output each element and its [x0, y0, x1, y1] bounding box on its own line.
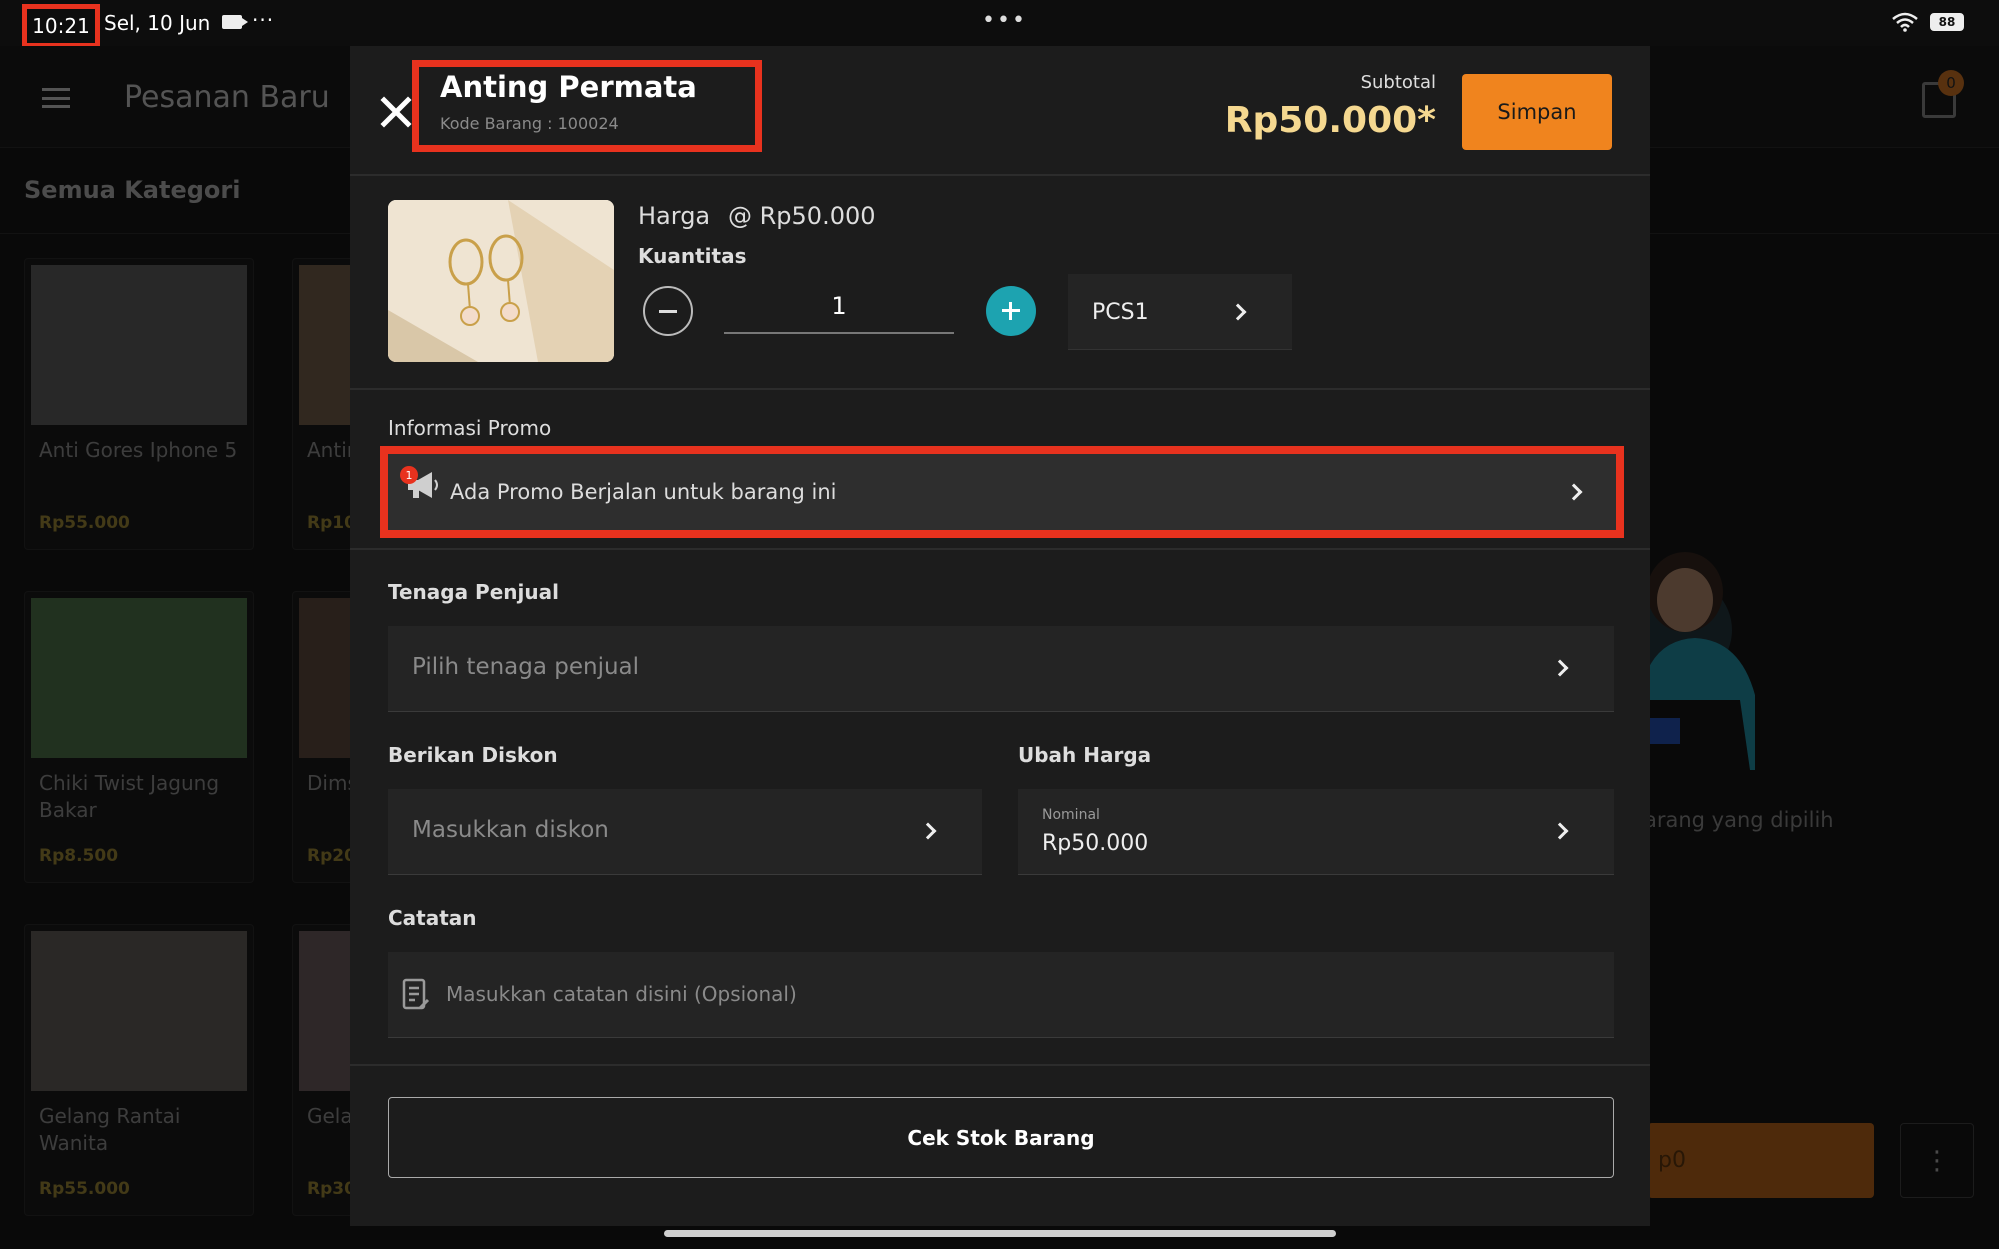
status-more: ···	[252, 8, 275, 32]
close-icon[interactable]	[378, 94, 414, 130]
unit-value: PCS1	[1092, 300, 1149, 325]
note-icon	[402, 978, 430, 1010]
divider	[350, 548, 1650, 550]
quantity-input[interactable]: 1	[724, 278, 954, 334]
change-price-value: Rp50.000	[1042, 831, 1149, 856]
change-price-field[interactable]: Nominal Rp50.000	[1018, 789, 1614, 875]
chevron-right-icon	[1551, 659, 1569, 677]
note-placeholder: Masukkan catatan disini (Opsional)	[446, 982, 797, 1006]
home-indicator[interactable]	[664, 1230, 1336, 1237]
change-price-label: Ubah Harga	[1018, 743, 1152, 767]
divider	[350, 174, 1650, 176]
battery-icon: 88	[1930, 13, 1964, 31]
status-date: Sel, 10 Jun	[104, 11, 211, 35]
note-input[interactable]: Masukkan catatan disini (Opsional)	[388, 952, 1614, 1038]
sales-select[interactable]: Pilih tenaga penjual	[388, 626, 1614, 712]
status-bar: 10:21 Sel, 10 Jun ··· ••• 88	[0, 0, 1999, 48]
divider	[350, 388, 1650, 390]
note-label: Catatan	[388, 906, 477, 930]
change-price-caption: Nominal	[1042, 807, 1100, 823]
discount-placeholder: Masukkan diskon	[412, 817, 609, 843]
price-value: @ Rp50.000	[728, 202, 876, 230]
product-title: Anting Permata	[440, 70, 697, 104]
unit-select[interactable]: PCS1	[1068, 274, 1292, 350]
status-time: 10:21	[22, 4, 100, 48]
discount-label: Berikan Diskon	[388, 743, 558, 767]
wifi-icon	[1892, 12, 1918, 32]
app-root: 10:21 Sel, 10 Jun ··· ••• 88 Pesanan Bar…	[0, 0, 1999, 1249]
price-label: Harga	[638, 202, 711, 230]
product-code: Kode Barang : 100024	[440, 114, 619, 133]
chevron-right-icon	[1551, 822, 1569, 840]
multitask-dots[interactable]: •••	[982, 8, 1027, 33]
subtotal-label: Subtotal	[1360, 72, 1436, 93]
chevron-right-icon	[1229, 303, 1247, 321]
save-button[interactable]: Simpan	[1462, 74, 1612, 150]
subtotal-value: Rp50.000*	[1224, 100, 1436, 141]
divider	[350, 1064, 1650, 1066]
check-stock-button[interactable]: Cek Stok Barang	[388, 1097, 1614, 1178]
promo-count-badge: 1	[400, 466, 418, 484]
video-camera-icon	[222, 15, 248, 29]
chevron-right-icon	[919, 822, 937, 840]
quantity-label: Kuantitas	[638, 244, 747, 268]
discount-field[interactable]: Masukkan diskon	[388, 789, 982, 875]
sales-placeholder: Pilih tenaga penjual	[412, 654, 640, 680]
product-thumbnail	[388, 200, 614, 362]
promo-text: Ada Promo Berjalan untuk barang ini	[450, 480, 837, 504]
decrease-quantity-button[interactable]	[643, 286, 693, 336]
product-detail-modal: Anting Permata Kode Barang : 100024 Subt…	[350, 46, 1650, 1226]
sales-label: Tenaga Penjual	[388, 580, 559, 604]
increase-quantity-button[interactable]	[986, 286, 1036, 336]
promo-section-label: Informasi Promo	[388, 416, 552, 440]
